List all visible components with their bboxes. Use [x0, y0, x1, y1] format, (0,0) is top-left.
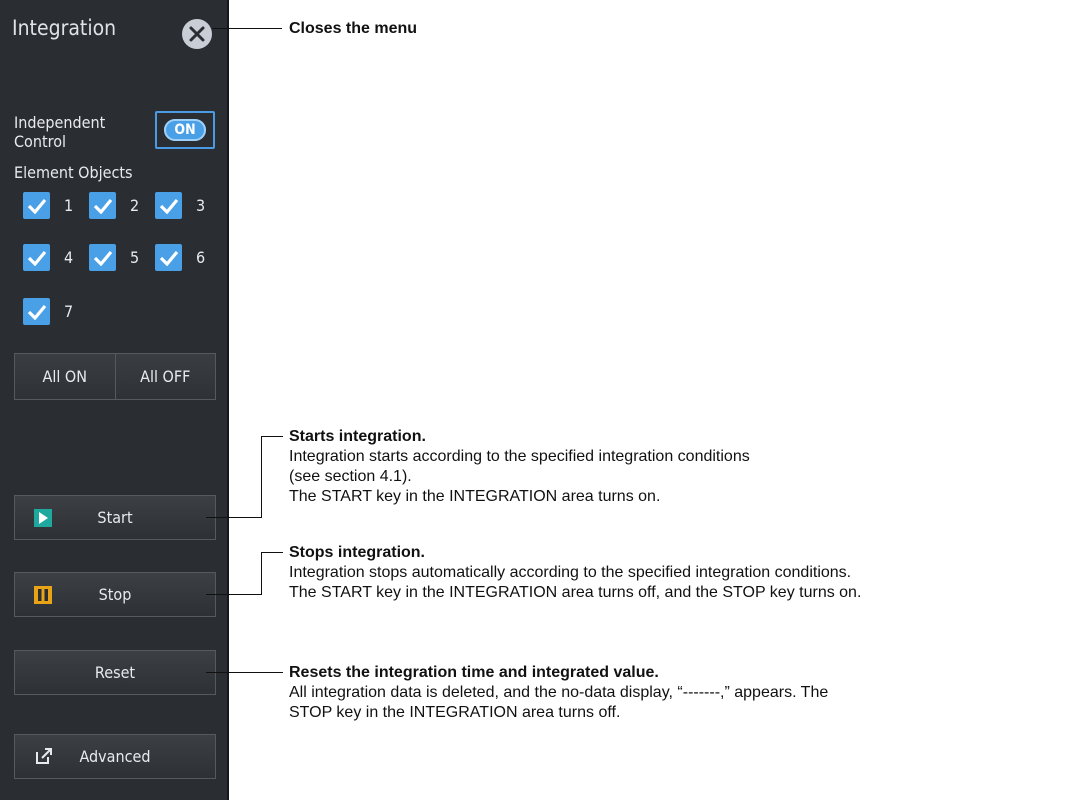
element-number: 5: [130, 248, 140, 267]
element-checkbox-5[interactable]: 5: [89, 244, 139, 271]
element-number: 4: [64, 248, 74, 267]
stop-callout-line-v: [261, 552, 262, 595]
checkmark-icon: [89, 192, 116, 219]
element-checkbox-1[interactable]: 1: [23, 192, 73, 219]
toggle-on-indicator: ON: [164, 119, 206, 141]
element-checkbox-6[interactable]: 6: [155, 244, 205, 271]
reset-button[interactable]: Reset: [14, 650, 216, 695]
stop-button[interactable]: Stop: [14, 572, 216, 617]
element-number: 2: [130, 196, 140, 215]
start-annotation-line: Integration starts according to the spec…: [289, 448, 750, 465]
checkmark-icon: [23, 298, 50, 325]
independent-control-toggle[interactable]: ON: [155, 111, 215, 149]
checkmark-icon: [155, 244, 182, 271]
close-annotation-title: Closes the menu: [289, 20, 418, 37]
element-checkbox-2[interactable]: 2: [89, 192, 139, 219]
start-annotation-line: (see section 4.1).: [289, 468, 412, 485]
all-off-button[interactable]: All OFF: [114, 354, 215, 399]
stop-annotation-title: Stops integration.: [289, 544, 425, 561]
independent-control-label: Independent Control: [14, 113, 105, 151]
element-checkbox-3[interactable]: 3: [155, 192, 205, 219]
advanced-button[interactable]: Advanced: [14, 734, 216, 779]
reset-annotation-line: STOP key in the INTEGRATION area turns o…: [289, 704, 621, 721]
checkmark-icon: [23, 192, 50, 219]
stop-callout-line-h: [206, 594, 261, 595]
all-toggle-bar: All ON All OFF: [14, 353, 216, 400]
stop-annotation-line: Integration stops automatically accordin…: [289, 564, 852, 581]
stop-callout-line-top: [261, 552, 283, 553]
start-callout-line-h: [206, 517, 261, 518]
reset-annotation: Resets the integration time and integrat…: [289, 663, 828, 723]
start-button[interactable]: Start: [14, 495, 216, 540]
independent-control-line1: Independent: [14, 113, 106, 132]
reset-annotation-title: Resets the integration time and integrat…: [289, 664, 659, 681]
integration-menu-panel: Integration Independent Control ON Eleme…: [0, 0, 229, 800]
checkmark-icon: [23, 244, 50, 271]
close-annotation: Closes the menu: [289, 19, 417, 39]
independent-control-line2: Control: [14, 132, 66, 151]
reset-annotation-line: All integration data is deleted, and the…: [289, 684, 829, 701]
element-number: 7: [64, 302, 74, 321]
element-objects-label: Element Objects: [14, 163, 133, 182]
start-annotation: Starts integration. Integration starts a…: [289, 427, 750, 507]
checkmark-icon: [89, 244, 116, 271]
start-annotation-title: Starts integration.: [289, 428, 426, 445]
advanced-label: Advanced: [79, 747, 151, 766]
stop-annotation: Stops integration. Integration stops aut…: [289, 543, 861, 603]
start-label: Start: [97, 508, 133, 527]
element-checkbox-7[interactable]: 7: [23, 298, 73, 325]
element-checkbox-4[interactable]: 4: [23, 244, 73, 271]
start-annotation-line: The START key in the INTEGRATION area tu…: [289, 488, 661, 505]
checkmark-icon: [155, 192, 182, 219]
all-on-button[interactable]: All ON: [15, 354, 115, 399]
element-number: 6: [196, 248, 206, 267]
element-number: 3: [196, 196, 206, 215]
close-button[interactable]: [182, 19, 212, 49]
reset-label: Reset: [94, 663, 136, 682]
stop-annotation-line: The START key in the INTEGRATION area tu…: [289, 584, 862, 601]
element-number: 1: [64, 196, 74, 215]
close-callout-line: [212, 28, 282, 29]
menu-title: Integration: [12, 16, 117, 40]
start-callout-line-top: [261, 436, 283, 437]
start-callout-line-v: [261, 436, 262, 518]
close-icon: [189, 26, 205, 42]
stop-label: Stop: [98, 585, 132, 604]
reset-callout-line: [206, 672, 283, 673]
